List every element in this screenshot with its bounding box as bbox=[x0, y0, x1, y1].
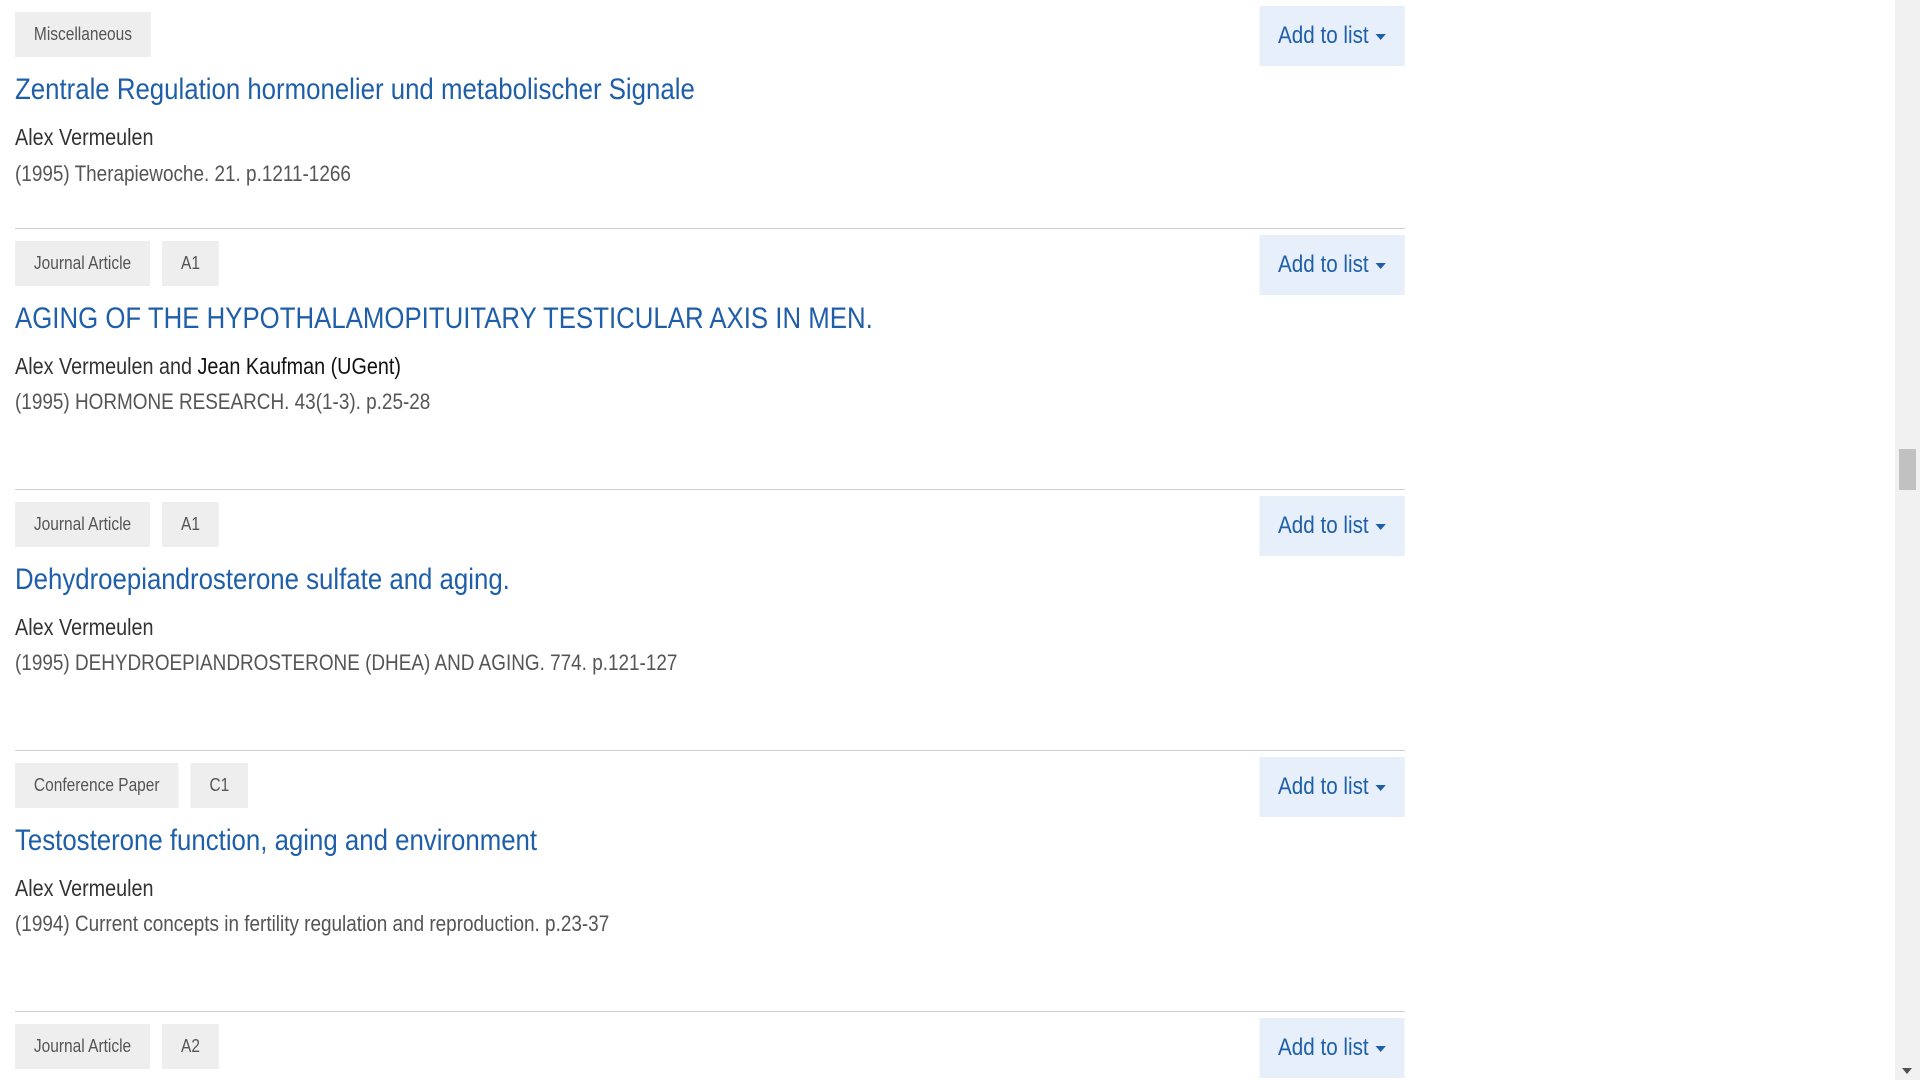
add-to-list-button[interactable]: Add to list bbox=[1259, 6, 1405, 66]
publication-authors: Alex Vermeulen bbox=[15, 875, 154, 902]
badge-group: Journal Article A1 bbox=[15, 502, 219, 547]
publication-citation: (1995) HORMONE RESEARCH. 43(1-3). p.25-2… bbox=[15, 389, 431, 414]
vertical-scrollbar[interactable] bbox=[1895, 0, 1920, 1080]
add-to-list-label: Add to list bbox=[1278, 1034, 1369, 1061]
publication-list: Miscellaneous Add to list Zentrale Regul… bbox=[15, 0, 1405, 1080]
scrollbar-thumb[interactable] bbox=[1899, 449, 1916, 490]
caret-down-icon bbox=[1375, 262, 1386, 269]
type-badge: Journal Article bbox=[15, 241, 151, 286]
author-name: Alex Vermeulen bbox=[15, 614, 154, 640]
caret-down-icon bbox=[1375, 523, 1386, 530]
publication-item: Conference Paper C1 Add to list Testoste… bbox=[15, 751, 1405, 1012]
publication-item: Journal Article A1 Add to list AGING OF … bbox=[15, 229, 1405, 490]
add-to-list-button[interactable]: Add to list bbox=[1259, 757, 1405, 817]
publication-title-link[interactable]: Zentrale Regulation hormonelier und meta… bbox=[15, 73, 695, 107]
caret-down-icon bbox=[1375, 1045, 1386, 1052]
badge-group: Miscellaneous bbox=[15, 12, 151, 57]
publication-citation: (1995) DEHYDROEPIANDROSTERONE (DHEA) AND… bbox=[15, 650, 678, 675]
publication-authors: Alex Vermeulen bbox=[15, 614, 154, 641]
classification-badge: A1 bbox=[162, 241, 219, 286]
publication-item: Miscellaneous Add to list Zentrale Regul… bbox=[15, 0, 1405, 229]
add-to-list-label: Add to list bbox=[1278, 22, 1369, 49]
ugent-author-link[interactable]: Jean Kaufman (UGent) bbox=[198, 353, 401, 379]
badge-group: Journal Article A1 bbox=[15, 241, 219, 286]
add-to-list-button[interactable]: Add to list bbox=[1259, 496, 1405, 556]
author-name: Alex Vermeulen bbox=[15, 124, 154, 150]
publication-item: Journal Article A1 Add to list Dehydroep… bbox=[15, 490, 1405, 751]
type-badge: Conference Paper bbox=[15, 763, 179, 808]
type-badge: Miscellaneous bbox=[15, 12, 151, 57]
publication-citation: (1995) Therapiewoche. 21. p.1211-1266 bbox=[15, 161, 351, 186]
author-joiner: and bbox=[153, 353, 198, 379]
add-to-list-button[interactable]: Add to list bbox=[1259, 1018, 1405, 1078]
add-to-list-label: Add to list bbox=[1278, 512, 1369, 539]
author-name: Alex Vermeulen bbox=[15, 875, 154, 901]
publication-authors: Alex Vermeulen and Jean Kaufman (UGent) bbox=[15, 353, 401, 380]
badge-group: Journal Article A2 bbox=[15, 1024, 219, 1069]
author-name: Alex Vermeulen bbox=[15, 353, 154, 379]
badge-group: Conference Paper C1 bbox=[15, 763, 249, 808]
classification-badge: C1 bbox=[190, 763, 249, 808]
caret-down-icon bbox=[1375, 784, 1386, 791]
publication-title-link[interactable]: AGING OF THE HYPOTHALAMOPITUITARY TESTIC… bbox=[15, 302, 873, 336]
publication-citation: (1994) Current concepts in fertility reg… bbox=[15, 911, 610, 936]
add-to-list-label: Add to list bbox=[1278, 251, 1369, 278]
caret-down-icon bbox=[1375, 33, 1386, 40]
classification-badge: A1 bbox=[162, 502, 219, 547]
add-to-list-label: Add to list bbox=[1278, 773, 1369, 800]
scroll-down-arrow-icon[interactable] bbox=[1902, 1068, 1912, 1074]
type-badge: Journal Article bbox=[15, 502, 151, 547]
publication-item: Journal Article A2 Add to list bbox=[15, 1012, 1405, 1080]
classification-badge: A2 bbox=[162, 1024, 219, 1069]
publication-authors: Alex Vermeulen bbox=[15, 124, 154, 151]
add-to-list-button[interactable]: Add to list bbox=[1259, 235, 1405, 295]
publication-title-link[interactable]: Dehydroepiandrosterone sulfate and aging… bbox=[15, 563, 510, 597]
results-viewport: Miscellaneous Add to list Zentrale Regul… bbox=[0, 0, 1895, 1080]
publication-title-link[interactable]: Testosterone function, aging and environ… bbox=[15, 824, 537, 858]
type-badge: Journal Article bbox=[15, 1024, 151, 1069]
